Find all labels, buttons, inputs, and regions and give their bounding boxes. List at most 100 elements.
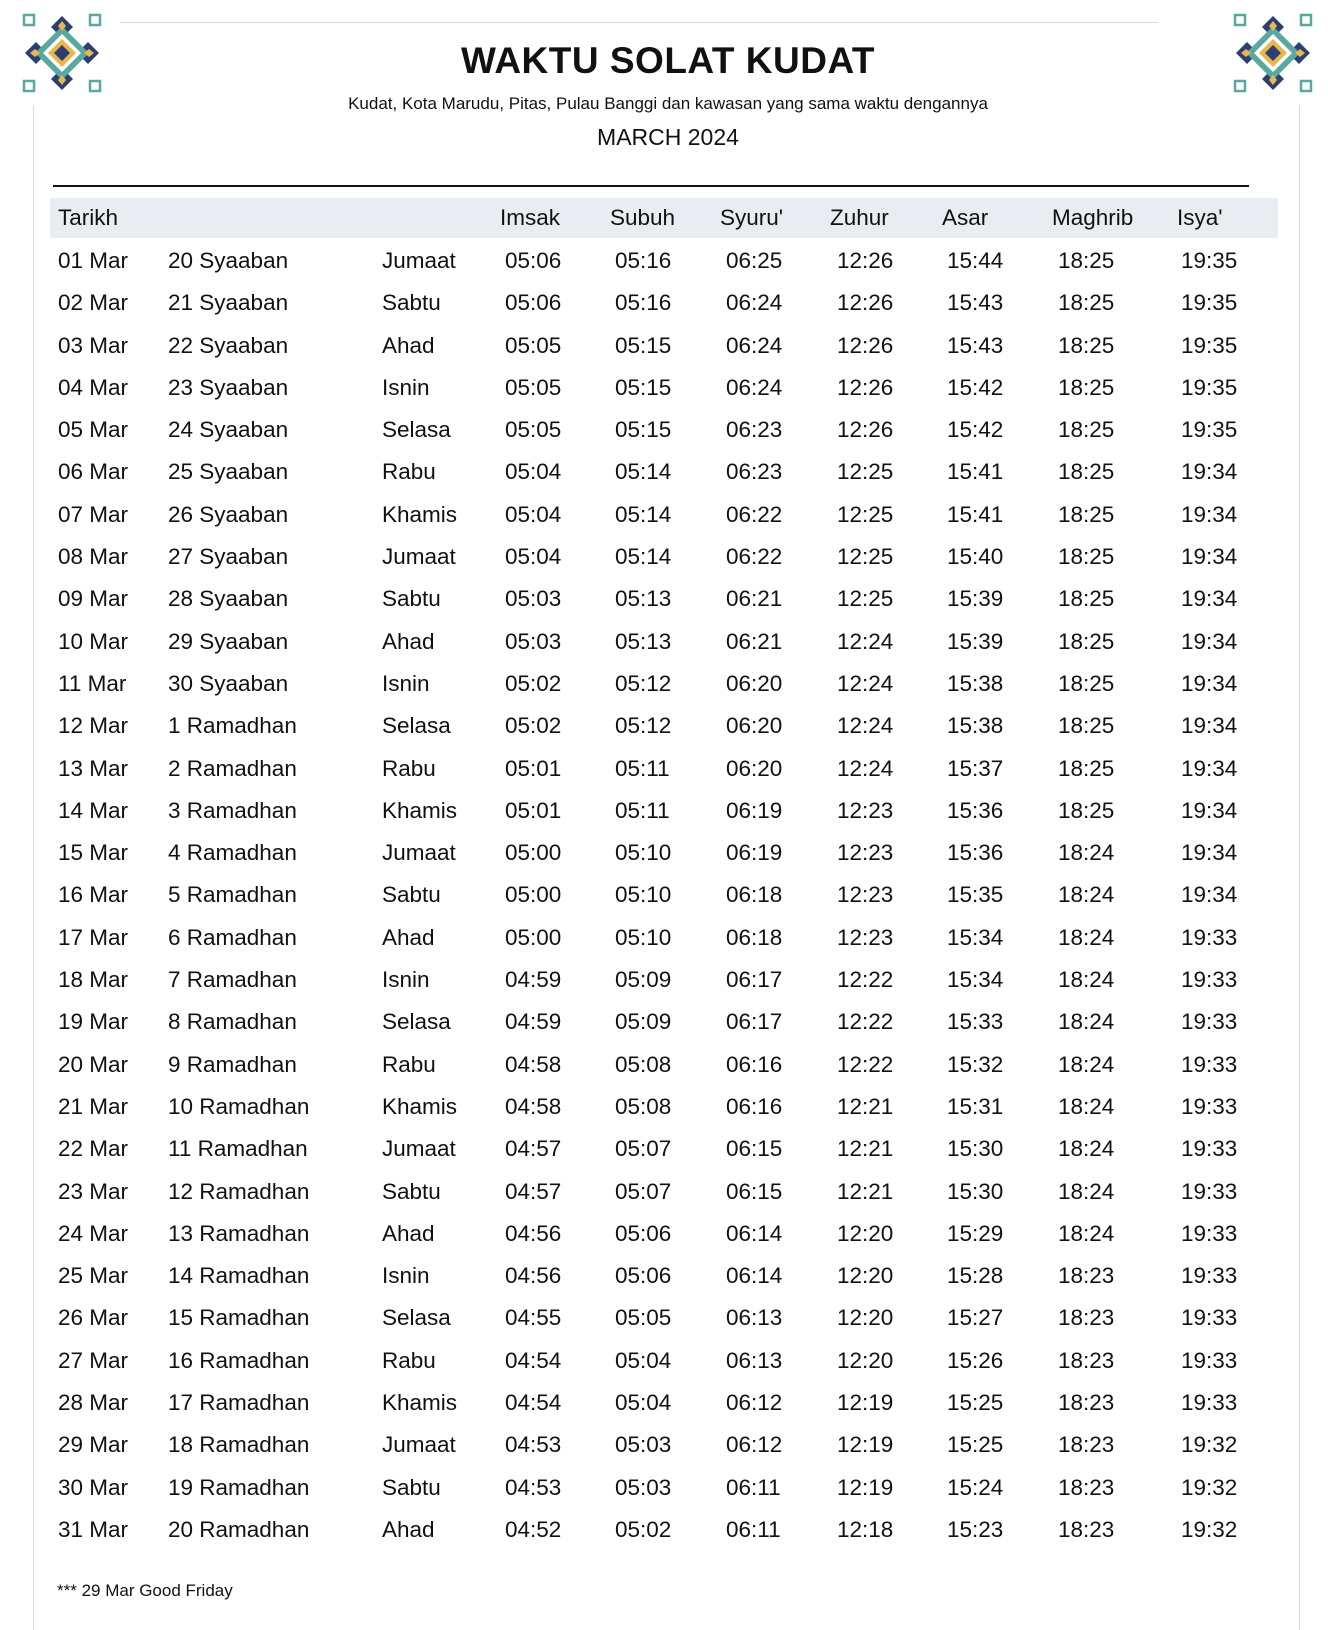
isya-cell: 19:35 (1181, 332, 1238, 358)
syuru-cell: 06:21 (726, 628, 783, 654)
syuru-cell: 06:22 (726, 501, 783, 527)
table-row: 02 Mar 21 Syaaban Sabtu 05:06 05:16 06:24 12:2… (50, 284, 1278, 326)
subuh-cell: 05:14 (615, 459, 672, 485)
date-cell: 14 Mar (58, 797, 129, 823)
zuhur-cell: 12:25 (837, 586, 894, 612)
day-cell: Khamis (382, 797, 458, 823)
maghrib-cell: 18:24 (1058, 924, 1115, 950)
isya-cell: 19:35 (1181, 417, 1238, 443)
zuhur-cell: 12:24 (837, 670, 894, 696)
isya-cell: 19:33 (1181, 1093, 1238, 1119)
day-cell: Rabu (382, 459, 436, 485)
syuru-cell: 06:15 (726, 1136, 783, 1162)
table-row: 03 Mar 22 Syaaban Ahad 05:05 05:15 06:24 12:26… (50, 327, 1278, 369)
table-row: 21 Mar 10 Ramadhan Khamis 04:58 05:08 06:16 12… (50, 1088, 1278, 1130)
syuru-cell: 06:12 (726, 1390, 783, 1416)
syuru-cell: 06:11 (726, 1516, 781, 1542)
date-cell: 29 Mar (58, 1432, 129, 1458)
day-cell: Selasa (382, 417, 451, 443)
syuru-cell: 06:25 (726, 248, 783, 273)
table-row: 11 Mar 30 Syaaban Isnin 05:02 05:12 06:20 12:2… (50, 665, 1278, 707)
footnote: *** 29 Mar Good Friday (57, 1581, 233, 1600)
imsak-cell: 04:54 (505, 1347, 562, 1373)
hijri-date-cell: 17 Ramadhan (168, 1390, 310, 1416)
day-cell: Isnin (382, 374, 430, 400)
maghrib-cell: 18:23 (1058, 1390, 1115, 1416)
day-cell: Jumaat (382, 1432, 456, 1458)
zuhur-cell: 12:23 (837, 797, 894, 823)
asar-cell: 15:23 (947, 1516, 1004, 1542)
zuhur-cell: 12:25 (837, 544, 894, 570)
subuh-cell: 05:04 (615, 1390, 672, 1416)
asar-cell: 15:42 (947, 374, 1004, 400)
day-cell: Khamis (382, 1390, 458, 1416)
hijri-date-cell: 21 Syaaban (168, 290, 289, 316)
asar-cell: 15:25 (947, 1432, 1004, 1458)
hijri-date-cell: 20 Syaaban (168, 248, 289, 273)
day-cell: Khamis (382, 1093, 458, 1119)
hijri-date-cell: 20 Ramadhan (168, 1516, 310, 1542)
hijri-date-cell: 22 Syaaban (168, 332, 289, 358)
right-border-line (1299, 105, 1300, 1630)
asar-cell: 15:38 (947, 670, 1004, 696)
asar-cell: 15:39 (947, 628, 1004, 654)
maghrib-cell: 18:23 (1058, 1474, 1115, 1500)
date-cell: 11 Mar (58, 670, 127, 696)
maghrib-cell: 18:23 (1058, 1432, 1115, 1458)
zuhur-cell: 12:21 (837, 1136, 894, 1162)
date-cell: 19 Mar (58, 1009, 129, 1035)
hijri-date-cell: 9 Ramadhan (168, 1051, 297, 1077)
hijri-date-cell: 11 Ramadhan (168, 1136, 308, 1162)
zuhur-cell: 12:18 (837, 1516, 894, 1542)
title-divider (53, 185, 1249, 187)
subuh-cell: 05:09 (615, 967, 672, 993)
isya-cell: 19:35 (1181, 374, 1238, 400)
day-cell: Jumaat (382, 1136, 456, 1162)
asar-cell: 15:41 (947, 459, 1004, 485)
zuhur-cell: 12:21 (837, 1178, 894, 1204)
hijri-date-cell: 10 Ramadhan (168, 1093, 310, 1119)
syuru-cell: 06:13 (726, 1305, 783, 1331)
imsak-cell: 05:00 (505, 924, 562, 950)
day-cell: Isnin (382, 1263, 430, 1289)
date-cell: 13 Mar (58, 755, 129, 781)
imsak-cell: 04:59 (505, 967, 562, 993)
maghrib-cell: 18:25 (1058, 628, 1115, 654)
asar-cell: 15:38 (947, 713, 1004, 739)
syuru-cell: 06:20 (726, 713, 783, 739)
maghrib-cell: 18:24 (1058, 1009, 1115, 1035)
asar-cell: 15:41 (947, 501, 1004, 527)
subuh-cell: 05:08 (615, 1093, 672, 1119)
maghrib-cell: 18:25 (1058, 670, 1115, 696)
zuhur-cell: 12:20 (837, 1347, 894, 1373)
date-cell: 18 Mar (58, 967, 129, 993)
imsak-cell: 05:02 (505, 670, 562, 696)
subuh-cell: 05:06 (615, 1263, 672, 1289)
table-row: 24 Mar 13 Ramadhan Ahad 04:56 05:06 06:14 12:2… (50, 1215, 1278, 1257)
imsak-cell: 05:06 (505, 290, 562, 316)
zuhur-cell: 12:20 (837, 1305, 894, 1331)
isya-cell: 19:34 (1181, 586, 1238, 612)
syuru-cell: 06:14 (726, 1263, 783, 1289)
asar-cell: 15:29 (947, 1220, 1004, 1246)
imsak-cell: 05:00 (505, 840, 562, 866)
asar-cell: 15:36 (947, 797, 1004, 823)
asar-cell: 15:39 (947, 586, 1004, 612)
day-cell: Sabtu (382, 586, 441, 612)
table-row: 26 Mar 15 Ramadhan Selasa 04:55 05:05 06:13 12… (50, 1299, 1278, 1341)
hijri-date-cell: 25 Syaaban (168, 459, 289, 485)
day-cell: Ahad (382, 628, 435, 654)
hijri-date-cell: 1 Ramadhan (168, 713, 297, 739)
table-row: 15 Mar 4 Ramadhan Jumaat 05:00 05:10 06:19 12:… (50, 834, 1278, 876)
hijri-date-cell: 7 Ramadhan (168, 967, 297, 993)
asar-cell: 15:30 (947, 1136, 1004, 1162)
maghrib-cell: 18:23 (1058, 1347, 1115, 1373)
subuh-cell: 05:07 (615, 1136, 672, 1162)
subuh-cell: 05:12 (615, 713, 672, 739)
table-row: 01 Mar 20 Syaaban Jumaat 05:06 05:16 06:25 12:… (50, 242, 1278, 284)
date-cell: 01 Mar (58, 248, 129, 273)
imsak-cell: 04:57 (505, 1178, 562, 1204)
zuhur-cell: 12:19 (837, 1432, 894, 1458)
maghrib-cell: 18:25 (1058, 586, 1115, 612)
isya-cell: 19:32 (1181, 1474, 1238, 1500)
